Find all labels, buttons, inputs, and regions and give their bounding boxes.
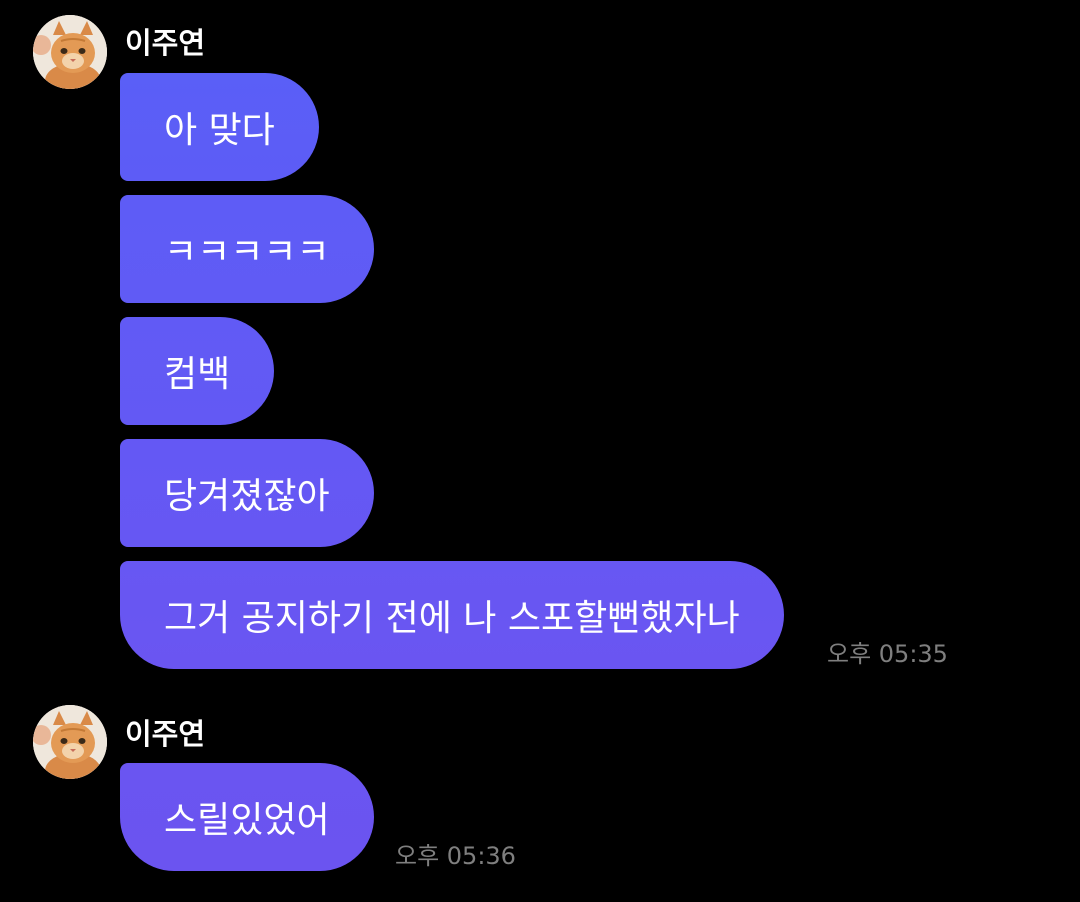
message-text: ㅋㅋㅋㅋㅋ <box>164 232 330 273</box>
message-text: 스릴있었어 <box>164 800 330 841</box>
message-bubble[interactable]: 컴백 <box>120 317 275 425</box>
message-bubble[interactable]: 아 맞다 <box>120 73 319 181</box>
sender-name: 이주연 <box>125 26 206 60</box>
avatar[interactable] <box>33 705 107 779</box>
message-bubble[interactable]: 당겨졌잖아 <box>120 439 374 547</box>
sender-name: 이주연 <box>125 717 206 751</box>
message-bubble[interactable]: 그거 공지하기 전에 나 스포할뻔했자나 <box>120 561 784 669</box>
orange-cat-avatar-icon <box>33 15 107 89</box>
orange-cat-avatar-icon <box>33 705 107 779</box>
message-text: 아 맞다 <box>164 110 275 151</box>
message-timestamp: 오후 05:36 <box>395 842 516 870</box>
message-text: 그거 공지하기 전에 나 스포할뻔했자나 <box>164 598 740 639</box>
message-bubble[interactable]: ㅋㅋㅋㅋㅋ <box>120 195 374 303</box>
message-text: 컴백 <box>164 354 231 395</box>
avatar[interactable] <box>33 15 107 89</box>
message-timestamp: 오후 05:35 <box>827 640 948 668</box>
message-bubble[interactable]: 스릴있었어 <box>120 763 374 871</box>
message-text: 당겨졌잖아 <box>164 476 330 517</box>
